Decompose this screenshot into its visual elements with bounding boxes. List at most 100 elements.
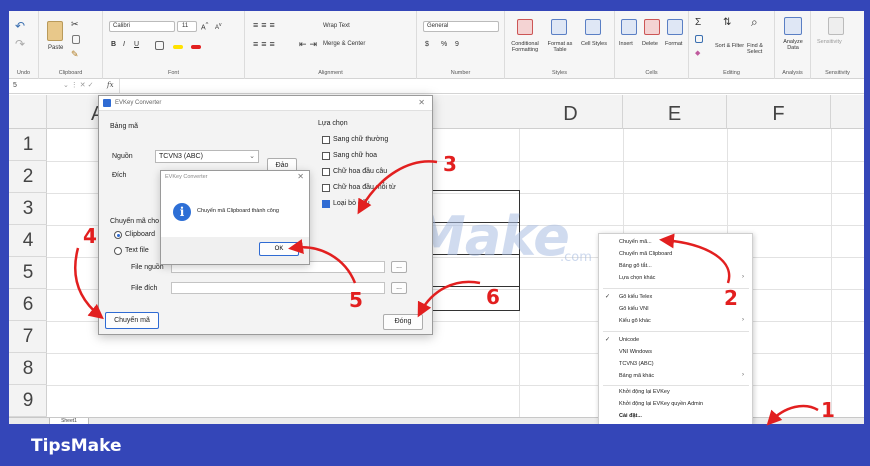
annotation-number-6: 6 [486,285,500,309]
delete-cells-icon[interactable] [644,19,660,35]
wrap-text-button[interactable]: Wrap Text [323,23,350,29]
percent-button[interactable]: % [441,41,447,48]
font-size-select[interactable]: 11 [177,21,197,32]
editing-group-label: Editing [723,70,740,76]
clipboard-radio[interactable] [114,231,122,239]
sensitivity-group: Sensitivity Sensitivity [811,11,864,79]
fx-icon[interactable]: fx [107,81,114,89]
menu-item-vni[interactable]: Gõ kiểu VNI [619,306,649,312]
bold-button[interactable]: B [111,41,116,48]
paste-icon[interactable] [47,21,63,41]
row-header: 1 2 3 4 5 6 7 8 9 [9,129,47,419]
clipboard-radio-label: Clipboard [125,231,155,238]
vertical-align-icons[interactable]: ≡≡≡ [253,20,278,30]
font-color-icon[interactable] [191,45,201,49]
cell-styles-icon[interactable] [585,19,601,35]
italic-button[interactable]: I [123,41,125,48]
checkmark-icon: ✓ [605,337,611,343]
row-1-header[interactable]: 1 [9,129,47,161]
delete-label: Delete [642,41,658,47]
menu-item-unicode[interactable]: Unicode [619,337,639,343]
currency-button[interactable]: $ [425,41,429,48]
select-all-corner[interactable] [9,95,47,129]
submenu-arrow-icon: › [742,274,744,280]
menu-item-other-options[interactable]: Lựa chọn khác [619,275,655,281]
undo-icon[interactable]: ↶ [15,19,25,33]
option-checkbox-title[interactable] [322,184,330,192]
format-cells-icon[interactable] [667,19,683,35]
option-checkbox-remove-accents[interactable] [322,200,330,208]
ok-button[interactable]: OK [259,242,299,256]
column-e-header[interactable]: E [623,95,727,129]
annotation-number-3: 3 [443,152,457,176]
borders-icon[interactable] [155,41,164,50]
horizontal-align-icons[interactable]: ≡≡≡ [253,39,278,49]
option-checkbox-sentence[interactable] [322,168,330,176]
find-select-icon[interactable]: ⌕ [751,15,758,30]
autosum-icon[interactable]: Σ [695,17,701,28]
nguon-select-value: TCVN3 (ABC) [159,153,203,160]
comma-button[interactable]: 9 [455,41,459,48]
font-name-select[interactable]: Calibri [109,21,175,32]
copy-icon[interactable] [72,35,80,44]
insert-cells-icon[interactable] [621,19,637,35]
menu-item-restart-admin[interactable]: Khởi động lại EVKey quyền Admin [619,401,703,407]
message-text: Chuyển mã Clipboard thành công [197,208,279,214]
shrink-font-icon[interactable]: Av [215,22,222,31]
menu-item-convert[interactable]: Chuyển mã... [619,239,652,245]
row-5-header[interactable]: 5 [9,257,47,289]
alignment-group-label: Alignment [318,70,343,76]
fill-color-icon[interactable] [173,45,183,49]
row-9-header[interactable]: 9 [9,385,47,417]
dong-button[interactable]: Đóng [383,314,423,330]
cut-icon[interactable]: ✂ [71,19,79,30]
conditional-formatting-icon[interactable] [517,19,533,35]
nguon-select[interactable]: TCVN3 (ABC) ⌄ [155,150,259,163]
chuyen-ma-button[interactable]: Chuyển mã [105,312,159,329]
menu-item-other-input[interactable]: Kiểu gõ khác [619,318,651,324]
row-6-header[interactable]: 6 [9,289,47,321]
option-checkbox-upper[interactable] [322,152,330,160]
row-8-header[interactable]: 8 [9,353,47,385]
font-group-label: Font [167,70,179,76]
name-box[interactable]: 5 [13,82,17,89]
row-3-header[interactable]: 3 [9,193,47,225]
option-checkbox-lower[interactable] [322,136,330,144]
menu-item-other-charset[interactable]: Bảng mã khác [619,373,654,379]
file-dich-browse-button[interactable]: ... [391,282,407,294]
menu-item-tcvn3[interactable]: TCVN3 (ABC) [619,361,654,367]
menu-item-telex[interactable]: Gõ kiểu Telex [619,294,652,300]
analyze-data-icon[interactable] [784,17,802,35]
menu-item-restart[interactable]: Khởi động lại EVKey [619,389,670,395]
merge-center-button[interactable]: Merge & Center [323,41,365,47]
sort-filter-icon[interactable]: ⇅ [723,17,731,28]
annotation-number-2: 2 [724,286,738,310]
close-icon[interactable]: ✕ [418,98,425,107]
row-7-header[interactable]: 7 [9,321,47,353]
indent-icons[interactable]: ⇤⇥ [299,39,320,50]
menu-item-convert-clipboard[interactable]: Chuyển mã Clipboard [619,251,672,257]
format-painter-icon[interactable]: ✎ [71,49,79,60]
sensitivity-icon[interactable] [828,17,844,35]
option-label-upper: Sang chữ hoa [333,152,377,159]
number-format-select[interactable]: General [423,21,499,32]
column-d-header[interactable]: D [519,95,623,129]
sensitivity-button-label: Sensitivity [817,39,842,45]
underline-button[interactable]: U [134,41,139,48]
row-4-header[interactable]: 4 [9,225,47,257]
menu-item-vni-windows[interactable]: VNI Windows [619,349,652,355]
fill-icon[interactable] [695,35,703,43]
menu-item-settings[interactable]: Cài đặt... [619,413,642,419]
format-table-icon[interactable] [551,19,567,35]
text-file-radio[interactable] [114,247,122,255]
clear-icon[interactable]: ◆ [695,49,700,57]
file-nguon-browse-button[interactable]: ... [391,261,407,273]
column-f-header[interactable]: F [727,95,831,129]
grow-font-icon[interactable]: A^ [201,22,208,31]
formula-input[interactable] [119,79,864,93]
row-2-header[interactable]: 2 [9,161,47,193]
redo-icon[interactable]: ↷ [15,37,25,51]
font-size-value: 11 [182,23,189,29]
menu-item-shortcut-table[interactable]: Bảng gõ tắt... [619,263,652,269]
message-close-icon[interactable]: ✕ [297,172,304,181]
